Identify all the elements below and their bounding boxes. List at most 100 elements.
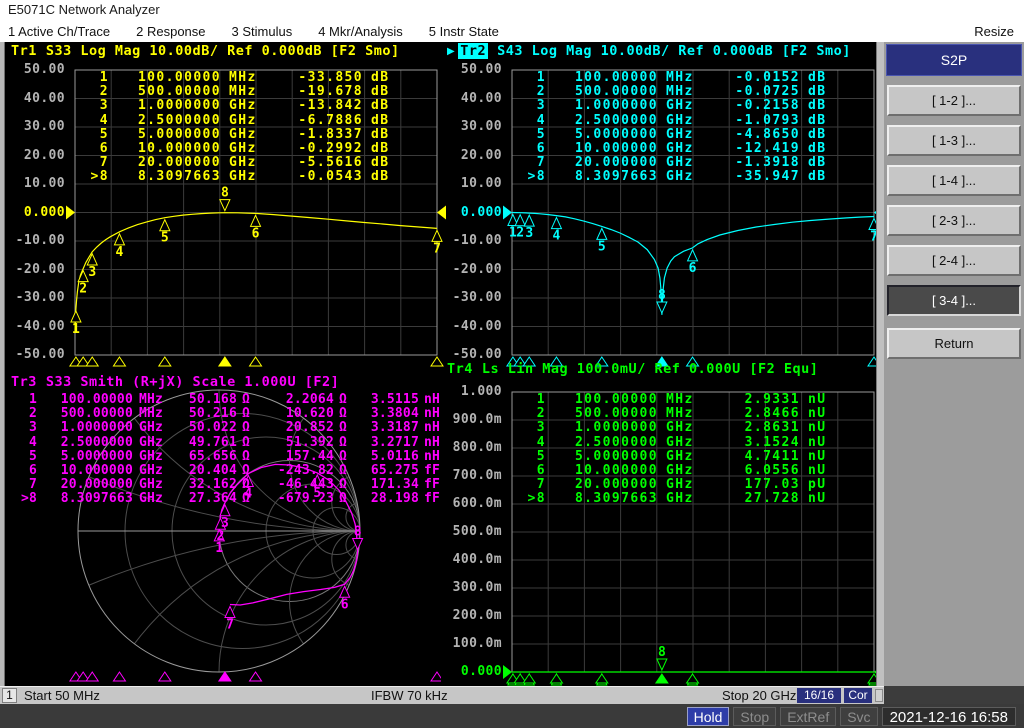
tr3-marker-row: 1 100.00000 MHz 50.168 Ω 2.2064 Ω 3.5115 nH (28, 392, 441, 407)
channel-number: 1 (2, 688, 17, 703)
svg-text:3: 3 (88, 265, 96, 280)
tr4-y-tick: 600.0m (452, 496, 502, 511)
window-title: E5071C Network Analyzer (8, 2, 160, 17)
tr2-marker-row: 1 100.00000 MHz -0.0152 dB (536, 70, 827, 85)
softkey-2-3[interactable]: [ 2-3 ]... (887, 205, 1021, 236)
tr3-marker-table: 1 100.00000 MHz 50.168 Ω 2.2064 Ω 3.5115 nH 2 500.… (15, 392, 441, 507)
tr4-label: Tr4 (447, 361, 473, 377)
svg-text:8: 8 (354, 524, 362, 539)
svg-text:4: 4 (553, 229, 561, 244)
svg-text:5: 5 (161, 231, 169, 246)
tr1-marker-row: 4 2.5000000 GHz -6.7886 dB (99, 112, 390, 128)
softkey-1-2[interactable]: [ 1-2 ]... (887, 85, 1021, 116)
tr1-y-tick: 20.00 (23, 147, 65, 163)
tr4-marker-row: 7 20.000000 GHz 177.03 pU (536, 477, 827, 493)
tr4-y-tick: 700.0m (452, 468, 502, 483)
tr1-y-tick: -40.00 (15, 318, 65, 334)
tr3-marker-row: 5 5.0000000 GHz 65.656 Ω 157.44 Ω 5.0116 nH (28, 448, 441, 464)
tr2-y-tick: -30.00 (452, 290, 502, 305)
tr2-y-tick: 20.00 (460, 147, 502, 163)
tr2-marker-row: 6 10.000000 GHz -12.419 dB (536, 140, 827, 156)
channel-status-bar: 1 Start 50 MHz IFBW 70 kHz Stop 20 GHz 1… (0, 686, 884, 704)
tr1-marker-row: 7 20.000000 GHz -5.5616 dB (99, 155, 390, 171)
screen-right-border (876, 42, 884, 686)
tr2-params: S43 Log Mag 10.00dB/ Ref 0.000dB [F2 Smo… (497, 43, 851, 59)
panel-tr2: ▶ Tr2 S43 Log Mag 10.00dB/ Ref 0.000dB [F2… (441, 42, 883, 367)
softkey-return[interactable]: Return (887, 328, 1021, 359)
softkey-2-4[interactable]: [ 2-4 ]... (887, 245, 1021, 276)
menu-response[interactable]: 2 Response (136, 24, 205, 39)
tr4-y-tick: 1.000 (460, 384, 502, 399)
tr2-y-tick: -40.00 (452, 318, 502, 334)
main-area: Tr1 S33 Log Mag 10.00dB/ Ref 0.000dB [F2 … (0, 42, 1024, 690)
softkey-1-4[interactable]: [ 1-4 ]... (887, 165, 1021, 196)
tr1-params: S33 Log Mag 10.00dB/ Ref 0.000dB [F2 Smo… (45, 43, 400, 59)
softkey-header: S2P (886, 44, 1022, 76)
tr1-y-tick: -30.00 (15, 290, 65, 305)
svc-indicator: Svc (840, 706, 878, 726)
tr3-marker-row: 4 2.5000000 GHz 49.761 Ω 51.392 Ω 3.2717 nH (28, 434, 441, 450)
svg-text:4: 4 (116, 245, 124, 260)
tr2-y-tick: 40.00 (460, 90, 502, 106)
analyzer-screen: Tr1 S33 Log Mag 10.00dB/ Ref 0.000dB [F2 … (5, 42, 883, 690)
tr1-trace-title[interactable]: Tr1 S33 Log Mag 10.00dB/ Ref 0.000dB [F2 … (11, 43, 400, 59)
panel-tr1: Tr1 S33 Log Mag 10.00dB/ Ref 0.000dB [F2 … (5, 42, 446, 367)
tr3-marker-row: 7 20.000000 GHz 32.162 Ω -46.443 Ω 171.34 fF (28, 477, 441, 493)
svg-text:7: 7 (226, 617, 234, 632)
tr4-marker-row: 4 2.5000000 GHz 3.1524 nU (536, 434, 827, 450)
correction-badge: Cor (844, 688, 872, 703)
tr3-marker-row: >8 8.3097663 GHz 27.364 Ω -679.23 Ω 28.198 fF (20, 491, 441, 507)
tr1-marker-row: 1 100.00000 MHz -33.850 dB (99, 70, 390, 85)
tr1-marker-row: 3 1.0000000 GHz -13.842 dB (99, 98, 390, 114)
tr2-marker-row: 3 1.0000000 GHz -0.2158 dB (536, 98, 827, 114)
tr4-marker-row: 1 100.00000 MHz 2.9331 nU (536, 392, 827, 407)
tr2-y-tick: 0.000 (460, 204, 502, 220)
svg-text:7: 7 (433, 241, 441, 256)
softkey-1-3[interactable]: [ 1-3 ]... (887, 125, 1021, 156)
tr2-label: Tr2 (458, 43, 489, 59)
tr1-y-tick: 30.00 (23, 119, 65, 134)
menu-resize[interactable]: Resize (974, 24, 1014, 39)
active-trace-arrow-icon: ▶ (447, 46, 456, 57)
tr3-marker-row: 6 10.000000 GHz 20.404 Ω -243.82 Ω 65.275 fF (28, 462, 441, 478)
tr4-marker-table: 1 100.00000 MHz 2.9331 nU 2 500.00000 MHz 2.8466… (520, 392, 827, 507)
tr4-params: Ls Lin Mag 100.0mU/ Ref 0.000U [F2 Equ] (481, 361, 819, 377)
tr4-y-tick: 800.0m (452, 440, 502, 455)
tr1-marker-table: 1 100.00000 MHz -33.850 dB 2 500.00000 MHz -19.6… (83, 70, 390, 185)
tr2-marker-row: 7 20.000000 GHz -1.3918 dB (536, 155, 827, 171)
tr2-marker-row: 5 5.0000000 GHz -4.8650 dB (536, 126, 827, 142)
tr4-marker-row: 2 500.00000 MHz 2.8466 nU (536, 406, 827, 422)
tr1-y-tick: -20.00 (15, 261, 65, 277)
tr4-trace-title[interactable]: Tr4 Ls Lin Mag 100.0mU/ Ref 0.000U [F2 Eq… (447, 361, 818, 377)
tr1-marker-row: 5 5.0000000 GHz -1.8337 dB (99, 126, 390, 142)
menu-instr-state[interactable]: 5 Instr State (429, 24, 499, 39)
stop-frequency-label: Stop 20 GHz (722, 688, 797, 703)
tr2-marker-row: >8 8.3097663 GHz -35.947 dB (527, 169, 827, 185)
extref-indicator: ExtRef (780, 706, 837, 726)
softkey-menu: S2P [ 1-2 ]... [ 1-3 ]... [ 1-4 ]... [ 2-3 … (884, 42, 1024, 686)
svg-text:6: 6 (341, 597, 349, 612)
menu-stimulus[interactable]: 3 Stimulus (232, 24, 293, 39)
menu-mkr-analysis[interactable]: 4 Mkr/Analysis (318, 24, 403, 39)
tr2-marker-row: 4 2.5000000 GHz -1.0793 dB (536, 112, 827, 128)
softkey-buttons: [ 1-2 ]... [ 1-3 ]... [ 1-4 ]... [ 2-3 ]...… (884, 85, 1024, 359)
svg-text:5: 5 (598, 239, 606, 254)
softkey-3-4[interactable]: [ 3-4 ]... (887, 285, 1021, 316)
tr1-y-tick: -10.00 (15, 233, 65, 248)
tr1-marker-row: >8 8.3097663 GHz -0.0543 dB (90, 169, 390, 185)
tr4-y-tick: 300.0m (452, 580, 502, 595)
panel-tr3: Tr3 S33 Smith (R+jX) Scale 1.000U [F2] 11… (5, 360, 441, 686)
tr1-label: Tr1 (11, 43, 37, 59)
tr2-marker-row: 2 500.00000 MHz -0.0725 dB (536, 84, 827, 100)
tr2-y-tick: 30.00 (460, 119, 502, 134)
tr2-y-tick: 50.00 (460, 62, 502, 77)
tr4-marker-row: 3 1.0000000 GHz 2.8631 nU (536, 420, 827, 436)
svg-text:8: 8 (221, 186, 229, 201)
sweep-count-badge: 16/16 (797, 688, 841, 703)
tr4-marker-row: 5 5.0000000 GHz 4.7411 nU (536, 448, 827, 464)
svg-text:3: 3 (221, 516, 229, 531)
panel-tr4: Tr4 Ls Lin Mag 100.0mU/ Ref 0.000U [F2 Eq… (441, 360, 883, 690)
tr2-trace-title[interactable]: ▶ Tr2 S43 Log Mag 10.00dB/ Ref 0.000dB [F2… (447, 43, 851, 59)
tr3-marker-row: 3 1.0000000 GHz 50.022 Ω 20.852 Ω 3.3187 nH (28, 420, 441, 436)
menu-active-ch-trace[interactable]: 1 Active Ch/Trace (8, 24, 110, 39)
